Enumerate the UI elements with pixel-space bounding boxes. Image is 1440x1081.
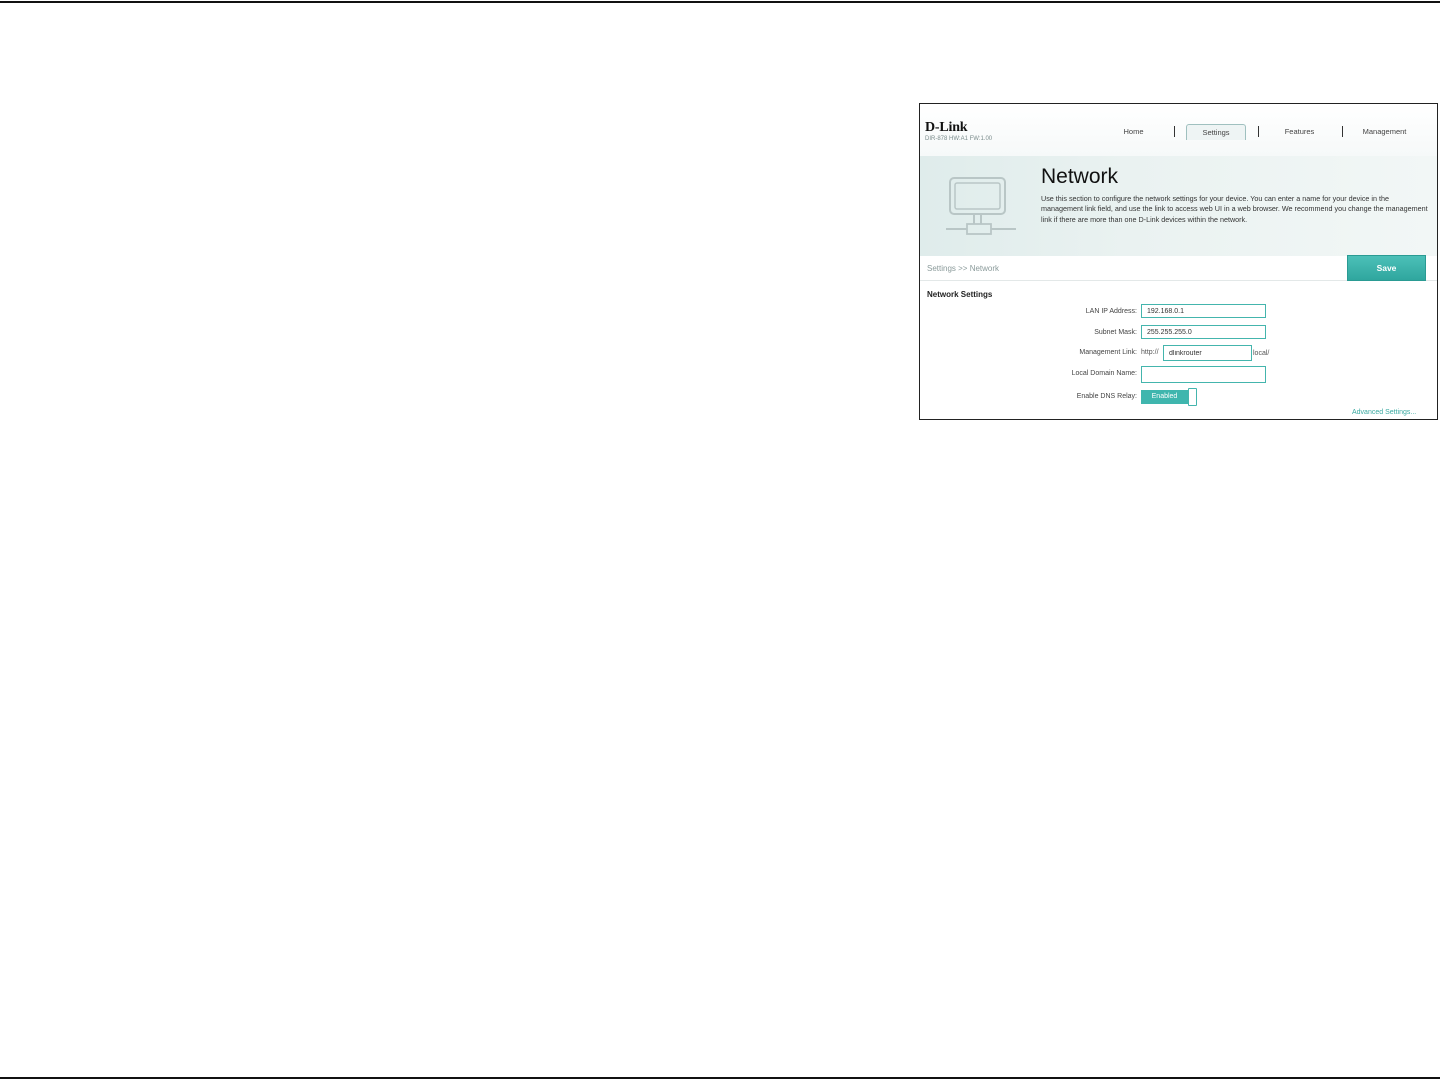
save-button[interactable]: Save (1347, 255, 1426, 281)
nav-features[interactable]: Features (1272, 124, 1327, 140)
advanced-settings-link[interactable]: Advanced Settings... (1352, 409, 1416, 416)
page-top-rule (0, 1, 1440, 3)
hero-banner: Network Use this section to configure th… (920, 156, 1437, 256)
model-info: DIR-878 HW:A1 FW:1.00 (925, 136, 993, 142)
management-link-prefix: http:// (1141, 349, 1159, 356)
top-bar: D-Link DIR-878 HW:A1 FW:1.00 Home Settin… (920, 104, 1437, 156)
breadcrumb: Settings >> Network (927, 264, 1000, 273)
local-domain-label: Local Domain Name: (1071, 370, 1137, 377)
management-link-suffix: local/ (1253, 350, 1270, 357)
management-link-row: Management Link: http:// local/ (920, 345, 1437, 361)
subnet-mask-row: Subnet Mask: (920, 325, 1437, 341)
local-domain-input[interactable] (1141, 366, 1266, 383)
subnet-mask-input[interactable] (1141, 325, 1266, 339)
dns-relay-state: Enabled (1141, 390, 1188, 404)
dns-relay-label: Enable DNS Relay: (1076, 393, 1137, 400)
lan-ip-row: LAN IP Address: (920, 304, 1437, 320)
dlink-logo: D-Link (925, 120, 968, 135)
nav-separator (1342, 126, 1343, 137)
page-title: Network (1041, 165, 1119, 188)
router-ui-screenshot: D-Link DIR-878 HW:A1 FW:1.00 Home Settin… (919, 103, 1438, 420)
nav-home[interactable]: Home (1106, 124, 1161, 140)
lan-ip-label: LAN IP Address: (1085, 308, 1137, 315)
management-link-label: Management Link: (1079, 349, 1137, 356)
nav-separator (1174, 126, 1175, 137)
nav-management[interactable]: Management (1352, 124, 1417, 140)
dns-relay-toggle[interactable]: Enabled (1141, 388, 1197, 406)
page-bottom-rule (0, 1077, 1440, 1079)
page-description: Use this section to configure the networ… (1041, 194, 1428, 224)
toggle-knob[interactable] (1188, 388, 1197, 406)
lan-ip-input[interactable] (1141, 304, 1266, 318)
dns-relay-row: Enable DNS Relay: Enabled (920, 388, 1437, 406)
subnet-mask-label: Subnet Mask: (1094, 329, 1137, 336)
section-title: Network Settings (927, 290, 993, 299)
nav-settings[interactable]: Settings (1186, 124, 1246, 140)
management-link-input[interactable] (1163, 345, 1252, 361)
monitor-network-icon (946, 177, 1016, 235)
nav-separator (1258, 126, 1259, 137)
local-domain-row: Local Domain Name: (920, 366, 1437, 383)
